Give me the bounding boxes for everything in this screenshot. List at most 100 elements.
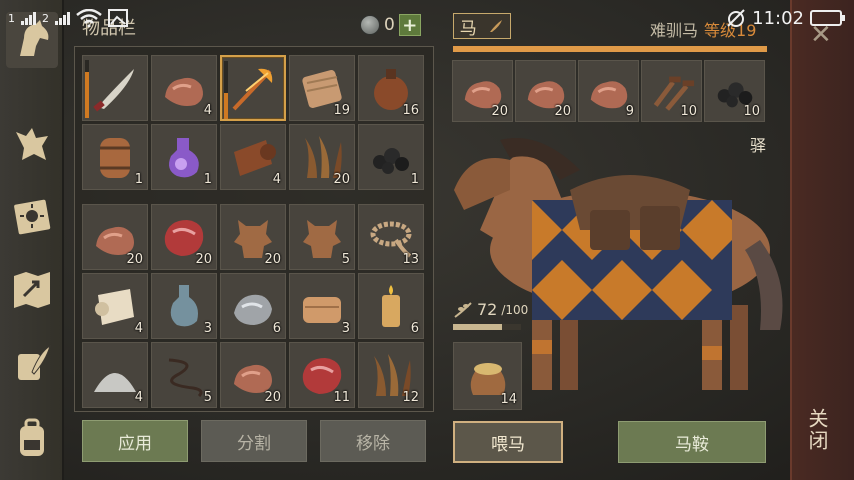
coal-icon (373, 148, 409, 174)
feed-horse-button[interactable]: 喂马 (453, 421, 563, 463)
inventory-slot[interactable]: 4 (82, 273, 148, 339)
item-quantity: 10 (743, 104, 760, 119)
item-quantity: 1 (203, 172, 212, 187)
purple-potion-icon (169, 138, 199, 178)
horse-xp-bar (453, 46, 767, 52)
food-max: /100 (501, 302, 529, 317)
inventory-slot[interactable]: 10 (641, 60, 702, 122)
inventory-slot[interactable]: 6 (220, 273, 286, 339)
clock: 11:02 (752, 7, 804, 29)
sidebar-item-creatures[interactable] (6, 116, 58, 172)
item-quantity: 1 (134, 172, 143, 187)
sidebar-item-notes[interactable] (6, 336, 58, 392)
item-quantity: 5 (203, 390, 212, 405)
item-quantity: 3 (341, 321, 350, 336)
inventory-slot[interactable] (220, 55, 286, 121)
inventory-slot[interactable]: 11 (289, 342, 355, 408)
durability-bar (85, 60, 89, 118)
item-quantity: 20 (195, 252, 212, 267)
leather-roll-icon (234, 140, 276, 176)
inventory-slot[interactable]: 13 (358, 204, 424, 270)
saddle-button[interactable]: 马鞍 (618, 421, 766, 463)
inventory-lower-grid: 20 20 20 5 13 4 3 6 3 6 4 5 20 11 12 (82, 204, 424, 408)
inventory-slot[interactable]: 4 (82, 342, 148, 408)
item-quantity: 11 (333, 390, 350, 405)
horse-food-display: 72/100 (453, 300, 528, 319)
close-label[interactable]: 关闭 (805, 408, 832, 452)
inventory-slot[interactable]: 20 (515, 60, 576, 122)
item-quantity: 19 (333, 103, 350, 118)
item-quantity: 9 (625, 104, 634, 119)
salt-pile-icon (94, 373, 136, 392)
item-quantity: 20 (333, 172, 350, 187)
durability-bar (224, 61, 228, 119)
backpack-icon (20, 418, 44, 456)
item-quantity: 12 (402, 390, 419, 405)
food-bar (453, 324, 521, 330)
inventory-slot[interactable]: 10 (704, 60, 765, 122)
inventory-slot[interactable]: 4 (151, 55, 217, 121)
inventory-slot[interactable]: 5 (151, 342, 217, 408)
inventory-slot[interactable]: 1 (82, 124, 148, 190)
journal-icon (14, 199, 51, 235)
item-quantity: 4 (272, 172, 281, 187)
inventory-slot[interactable]: 5 (289, 204, 355, 270)
split-button[interactable]: 分割 (201, 420, 307, 462)
item-quantity: 20 (126, 252, 143, 267)
inventory-slot[interactable]: 19 (289, 55, 355, 121)
wolf-icon (16, 128, 48, 160)
item-quantity: 3 (203, 321, 212, 336)
sidebar-item-map[interactable] (6, 262, 58, 318)
cord-icon (168, 358, 203, 398)
inventory-slot[interactable]: 20 (151, 204, 217, 270)
item-quantity: 4 (134, 321, 143, 336)
sim2-label: 2 (42, 11, 49, 25)
wooden-barrel-icon (100, 138, 130, 178)
saber-icon (93, 69, 134, 112)
image-notification-icon (108, 9, 128, 27)
item-quantity: 20 (491, 104, 508, 119)
inventory-slot[interactable]: 20 (452, 60, 513, 122)
item-quantity: 1 (410, 172, 419, 187)
item-quantity: 20 (264, 252, 281, 267)
inventory-slot[interactable]: 20 (82, 204, 148, 270)
inventory-slot[interactable]: 12 (358, 342, 424, 408)
inventory-slot[interactable]: 6 (358, 273, 424, 339)
inventory-slot[interactable]: 1 (151, 124, 217, 190)
item-quantity: 20 (264, 390, 281, 405)
item-quantity: 14 (500, 392, 517, 407)
horse-xp-fill (453, 46, 767, 52)
glass-bottle-icon (170, 285, 198, 327)
status-bar: 1 2 11:02 (0, 0, 854, 36)
signal-icon-2 (55, 11, 70, 25)
inventory-slot[interactable]: 3 (151, 273, 217, 339)
quill-scroll-icon (18, 344, 51, 380)
feed-slot[interactable]: 14 (453, 342, 522, 410)
folded-cloth-icon (303, 297, 341, 323)
inventory-slot[interactable]: 4 (220, 124, 286, 190)
apply-button[interactable]: 应用 (82, 420, 188, 462)
inventory-slot[interactable]: 20 (220, 204, 286, 270)
inventory-slot[interactable]: 20 (220, 342, 286, 408)
sidebar-item-backpack[interactable] (6, 410, 58, 466)
inventory-slot[interactable] (82, 55, 148, 121)
item-quantity: 4 (134, 390, 143, 405)
inventory-slot[interactable]: 20 (289, 124, 355, 190)
copper-ore-icon (165, 77, 203, 106)
inventory-slot[interactable]: 1 (358, 124, 424, 190)
item-quantity: 4 (203, 103, 212, 118)
item-quantity: 6 (410, 321, 419, 336)
paper-roll-icon (95, 289, 134, 325)
item-quantity: 5 (341, 252, 350, 267)
signal-icon (21, 11, 36, 25)
flaming-arrow-icon (232, 68, 273, 111)
inventory-slot[interactable]: 9 (578, 60, 639, 122)
sim1-label: 1 (8, 11, 15, 25)
remove-button[interactable]: 移除 (320, 420, 426, 462)
inventory-slot[interactable]: 3 (289, 273, 355, 339)
sidebar-item-journal[interactable] (6, 188, 58, 244)
animal-hide-icon (303, 220, 341, 258)
item-quantity: 6 (272, 321, 281, 336)
inventory-slot[interactable]: 16 (358, 55, 424, 121)
battery-icon (810, 10, 845, 26)
